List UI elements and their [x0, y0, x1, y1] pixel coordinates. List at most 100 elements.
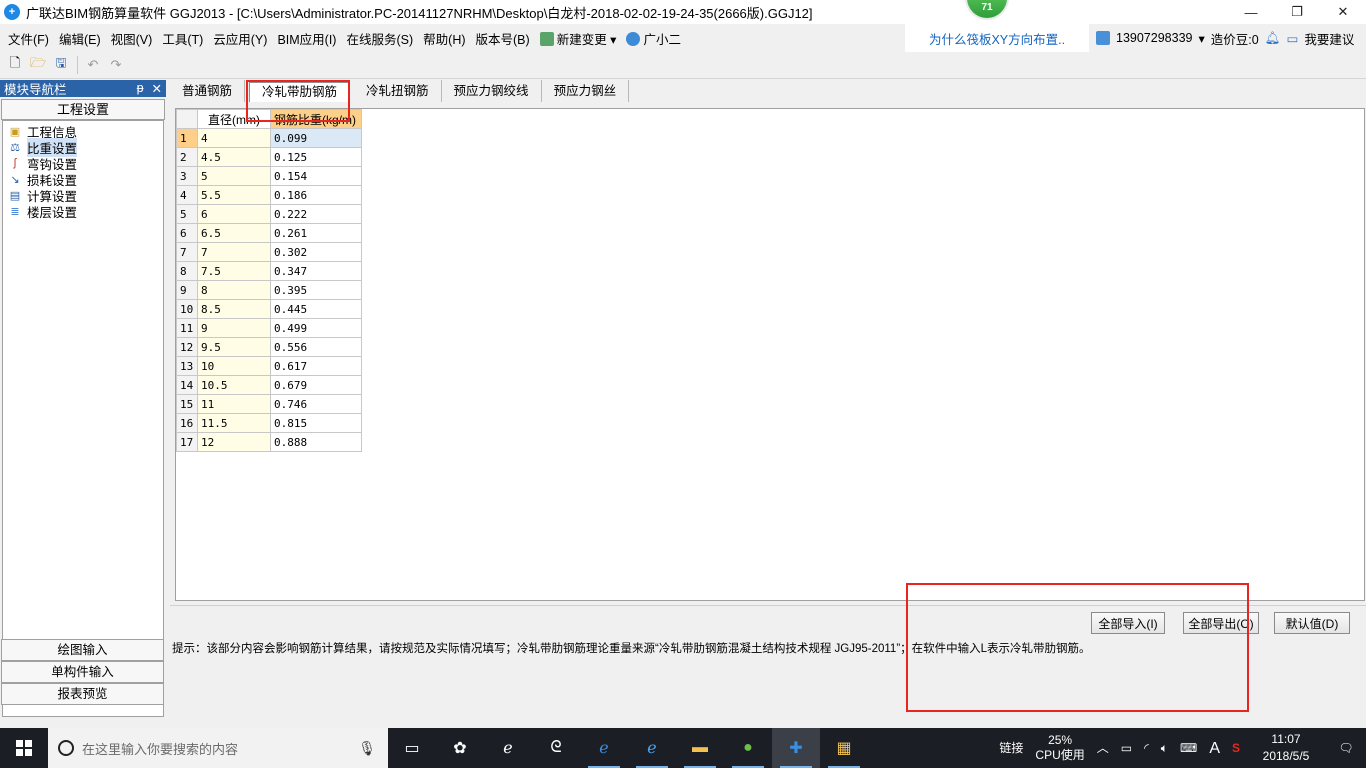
menu-online[interactable]: 在线服务(S): [342, 29, 417, 48]
default-values-button[interactable]: 默认值(D): [1274, 612, 1350, 634]
diameter-cell[interactable]: 7.5: [197, 261, 271, 281]
diameter-cell[interactable]: 11: [197, 394, 271, 414]
diameter-cell[interactable]: 5.5: [197, 185, 271, 205]
tree-item-floor-settings[interactable]: ≣ 楼层设置: [3, 203, 163, 220]
tab-ordinary-rebar[interactable]: 普通钢筋: [170, 80, 246, 102]
volume-icon[interactable]: 🔈︎: [1155, 741, 1174, 756]
nav-close-icon[interactable]: ✕: [152, 81, 162, 96]
table-row[interactable]: 11 9 0.499: [176, 318, 362, 338]
table-row[interactable]: 7 7 0.302: [176, 242, 362, 262]
table-row[interactable]: 1 4 0.099: [176, 128, 362, 148]
diameter-cell[interactable]: 4: [197, 128, 271, 148]
menu-new-change[interactable]: 新建变更 ▾: [536, 29, 621, 48]
pin-icon[interactable]: ᵽ: [137, 81, 144, 96]
diameter-cell[interactable]: 6: [197, 204, 271, 224]
menu-file[interactable]: 文件(F): [4, 29, 53, 48]
weight-cell[interactable]: 0.617: [270, 356, 362, 376]
diameter-cell[interactable]: 5: [197, 166, 271, 186]
diameter-cell[interactable]: 10.5: [197, 375, 271, 395]
score-badge[interactable]: 71: [965, 0, 1009, 20]
tab-cold-rolled-twisted[interactable]: 冷轧扭钢筋: [354, 80, 442, 102]
table-row[interactable]: 13 10 0.617: [176, 356, 362, 376]
menu-view[interactable]: 视图(V): [107, 29, 157, 48]
start-button[interactable]: [0, 728, 48, 768]
nav-section-project-settings[interactable]: 工程设置: [1, 99, 165, 120]
nav-report-preview[interactable]: 报表预览: [1, 683, 164, 705]
notification-icon[interactable]: 🗨︎: [1326, 741, 1366, 756]
table-row[interactable]: 15 11 0.746: [176, 394, 362, 414]
suggest-link[interactable]: 我要建议: [1304, 29, 1354, 48]
open-folder-icon[interactable]: 🗁: [27, 55, 49, 75]
tab-prestressed-wire[interactable]: 预应力钢丝: [542, 80, 630, 102]
diameter-cell[interactable]: 9: [197, 318, 271, 338]
close-button[interactable]: ✕: [1320, 0, 1366, 24]
notepad-app-icon[interactable]: ▦: [820, 728, 868, 768]
table-row[interactable]: 17 12 0.888: [176, 432, 362, 452]
account-phone[interactable]: 13907298339: [1116, 31, 1192, 45]
glodon-app-icon[interactable]: ✚: [772, 728, 820, 768]
pinwheel-app-icon[interactable]: ✿: [436, 728, 484, 768]
ime-indicator[interactable]: A: [1203, 740, 1226, 756]
diameter-cell[interactable]: 7: [197, 242, 271, 262]
ie-icon[interactable]: ℯ: [628, 728, 676, 768]
network-icon[interactable]: ◜: [1138, 741, 1155, 756]
task-view-icon[interactable]: ▭: [388, 728, 436, 768]
redo-icon[interactable]: ↷: [105, 55, 127, 75]
weight-cell[interactable]: 0.815: [270, 413, 362, 433]
tab-prestressed-strand[interactable]: 预应力钢绞线: [442, 80, 542, 102]
bell-icon[interactable]: 🔔︎: [1265, 31, 1281, 46]
table-row[interactable]: 10 8.5 0.445: [176, 299, 362, 319]
taskbar-search[interactable]: 在这里输入你要搜索的内容 🎙︎: [48, 728, 388, 768]
weight-cell[interactable]: 0.125: [270, 147, 362, 167]
file-explorer-icon[interactable]: ▬: [676, 728, 724, 768]
battery-icon[interactable]: ▭: [1115, 741, 1138, 756]
promo-link[interactable]: 为什么筏板XY方向布置..: [905, 24, 1089, 52]
diameter-cell[interactable]: 12: [197, 432, 271, 452]
table-row[interactable]: 12 9.5 0.556: [176, 337, 362, 357]
weight-cell[interactable]: 0.445: [270, 299, 362, 319]
table-row[interactable]: 16 11.5 0.815: [176, 413, 362, 433]
table-row[interactable]: 8 7.5 0.347: [176, 261, 362, 281]
weight-cell[interactable]: 0.888: [270, 432, 362, 452]
microphone-icon[interactable]: 🎙︎: [358, 740, 376, 757]
tray-chevron-up-icon[interactable]: ︿: [1091, 741, 1115, 756]
menu-bim[interactable]: BIM应用(I): [273, 29, 340, 48]
chevron-down-icon[interactable]: ▾: [1198, 31, 1204, 46]
menu-tools[interactable]: 工具(T): [158, 29, 207, 48]
weight-cell[interactable]: 0.099: [270, 128, 362, 148]
edge-icon[interactable]: ℯ: [580, 728, 628, 768]
weight-cell[interactable]: 0.347: [270, 261, 362, 281]
minimize-button[interactable]: —: [1228, 0, 1274, 24]
table-row[interactable]: 4 5.5 0.186: [176, 185, 362, 205]
diameter-cell[interactable]: 10: [197, 356, 271, 376]
nav-drawing-input[interactable]: 绘图输入: [1, 639, 164, 661]
menu-cloud[interactable]: 云应用(Y): [209, 29, 271, 48]
diameter-cell[interactable]: 11.5: [197, 413, 271, 433]
weight-cell[interactable]: 0.679: [270, 375, 362, 395]
table-row[interactable]: 5 6 0.222: [176, 204, 362, 224]
weight-cell[interactable]: 0.154: [270, 166, 362, 186]
spiral-app-icon[interactable]: ᘓ: [532, 728, 580, 768]
diameter-cell[interactable]: 8: [197, 280, 271, 300]
new-file-icon[interactable]: 🗋: [4, 55, 26, 75]
table-row[interactable]: 9 8 0.395: [176, 280, 362, 300]
table-row[interactable]: 14 10.5 0.679: [176, 375, 362, 395]
keyboard-icon[interactable]: ⌨︎: [1174, 741, 1203, 756]
diameter-cell[interactable]: 9.5: [197, 337, 271, 357]
diameter-cell[interactable]: 4.5: [197, 147, 271, 167]
table-row[interactable]: 2 4.5 0.125: [176, 147, 362, 167]
undo-icon[interactable]: ↶: [82, 55, 104, 75]
weight-cell[interactable]: 0.186: [270, 185, 362, 205]
diameter-cell[interactable]: 6.5: [197, 223, 271, 243]
weight-cell[interactable]: 0.746: [270, 394, 362, 414]
diameter-cell[interactable]: 8.5: [197, 299, 271, 319]
sogou-icon[interactable]: S: [1226, 741, 1246, 756]
weight-cell[interactable]: 0.261: [270, 223, 362, 243]
cpu-usage[interactable]: 25% CPU使用: [1029, 733, 1090, 763]
menu-edit[interactable]: 编辑(E): [55, 29, 105, 48]
browser-e-icon[interactable]: ℯ: [484, 728, 532, 768]
menu-help[interactable]: 帮助(H): [419, 29, 469, 48]
menu-version[interactable]: 版本号(B): [472, 29, 534, 48]
table-row[interactable]: 6 6.5 0.261: [176, 223, 362, 243]
nav-single-member-input[interactable]: 单构件输入: [1, 661, 164, 683]
